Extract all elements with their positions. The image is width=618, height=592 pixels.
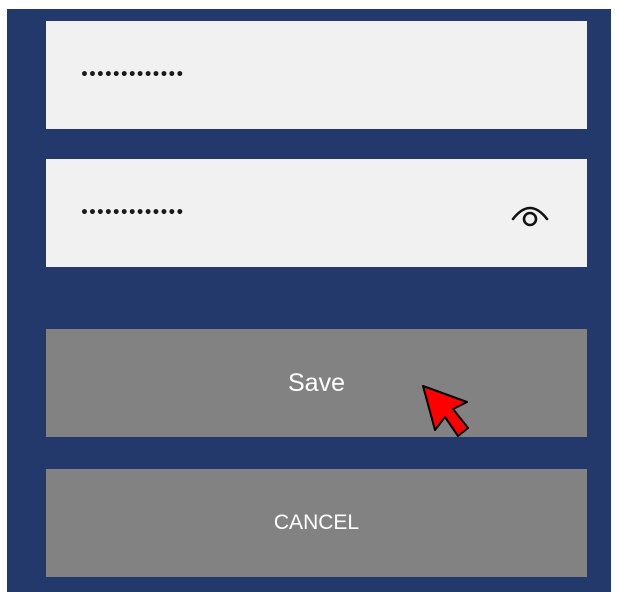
password-form-panel: ••••••••••••• ••••••••••••• Save CANCEL: [7, 9, 611, 592]
cancel-button[interactable]: CANCEL: [46, 469, 587, 577]
confirm-password-field-value: •••••••••••••: [80, 205, 184, 221]
password-field-value: •••••••••••••: [80, 67, 184, 83]
save-button[interactable]: Save: [46, 329, 587, 437]
eye-icon[interactable]: [510, 197, 550, 227]
password-field[interactable]: •••••••••••••: [46, 21, 587, 129]
confirm-password-field[interactable]: •••••••••••••: [46, 159, 587, 267]
